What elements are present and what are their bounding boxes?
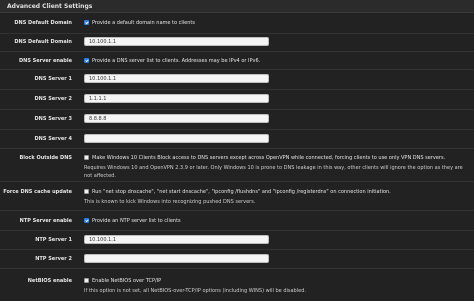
ntp-server-1-input[interactable] xyxy=(84,235,269,244)
row-label: DNS Server enable xyxy=(18,58,72,64)
ntp-server-2-input[interactable] xyxy=(84,254,269,263)
dns-default-domain-input[interactable] xyxy=(84,37,269,46)
advanced-client-settings-panel: Advanced Client Settings DNS Default Dom… xyxy=(0,0,474,301)
row-label: DNS Server 4 xyxy=(34,136,72,142)
ntp-server-enable-checkbox[interactable] xyxy=(84,218,89,223)
dns-server-1-input[interactable] xyxy=(84,74,269,83)
dns-server-2-input[interactable] xyxy=(84,94,269,103)
row-label: DNS Default Domain xyxy=(14,39,72,45)
help-text: not affected. xyxy=(84,173,116,179)
row-label: DNS Server 2 xyxy=(34,96,72,102)
row-label: NTP Server 2 xyxy=(35,256,72,262)
help-text: If this option is not set, all NetBIOS-o… xyxy=(84,288,306,294)
row-label: DNS Default Domain xyxy=(14,20,72,26)
dns-server-enable-checkbox[interactable] xyxy=(84,58,89,63)
row-dns-server-3: DNS Server 3 xyxy=(0,110,474,130)
row-dns-default-domain: DNS Default Domain xyxy=(0,34,474,52)
row-netbios-enable: NetBIOS enable Enable NetBIOS over TCP/I… xyxy=(0,269,474,300)
row-label: NTP Server enable xyxy=(19,218,72,224)
row-block-outside-dns: Block Outside DNS Make Windows 10 Client… xyxy=(0,149,474,182)
panel-title: Advanced Client Settings xyxy=(7,3,93,10)
panel-header: Advanced Client Settings xyxy=(0,0,474,13)
block-outside-dns-checkbox[interactable] xyxy=(84,155,89,160)
row-dns-server-1: DNS Server 1 xyxy=(0,70,474,90)
row-dns-server-enable: DNS Server enable Provide a DNS server l… xyxy=(0,52,474,70)
checkbox-label: Provide a default domain name to clients xyxy=(92,20,195,26)
checkbox-label: Provide an NTP server list to clients xyxy=(92,218,181,224)
checkbox-label: Make Windows 10 Clients Block access to … xyxy=(92,155,446,161)
row-force-dns-cache-update: Force DNS cache update Run "net stop dns… xyxy=(0,182,474,211)
row-dns-default-domain-enable: DNS Default Domain Provide a default dom… xyxy=(0,13,474,34)
row-label: NTP Server 1 xyxy=(35,237,72,243)
row-label: DNS Server 1 xyxy=(34,76,72,82)
dns-default-domain-checkbox[interactable] xyxy=(84,20,89,25)
row-dns-server-4: DNS Server 4 xyxy=(0,130,474,149)
help-text: This is known to kick Windows into recog… xyxy=(84,199,256,205)
row-label: DNS Server 3 xyxy=(34,116,72,122)
checkbox-label: Enable NetBIOS over TCP/IP xyxy=(92,278,162,284)
dns-server-3-input[interactable] xyxy=(84,114,269,123)
netbios-enable-checkbox[interactable] xyxy=(84,278,89,283)
row-label: Block Outside DNS xyxy=(19,155,72,161)
checkbox-label: Run "net stop dnscache", "net start dnsc… xyxy=(92,189,391,195)
row-label: NetBIOS enable xyxy=(27,278,72,284)
row-dns-server-2: DNS Server 2 xyxy=(0,90,474,110)
row-ntp-server-1: NTP Server 1 xyxy=(0,231,474,250)
dns-server-4-input[interactable] xyxy=(84,134,269,143)
help-text: Requires Windows 10 and OpenVPN 2.3.9 or… xyxy=(84,165,463,171)
row-ntp-server-2: NTP Server 2 xyxy=(0,250,474,269)
checkbox-label: Provide a DNS server list to clients. Ad… xyxy=(92,58,261,64)
row-label: Force DNS cache update xyxy=(3,189,72,195)
row-ntp-server-enable: NTP Server enable Provide an NTP server … xyxy=(0,211,474,231)
force-dns-cache-checkbox[interactable] xyxy=(84,189,89,194)
